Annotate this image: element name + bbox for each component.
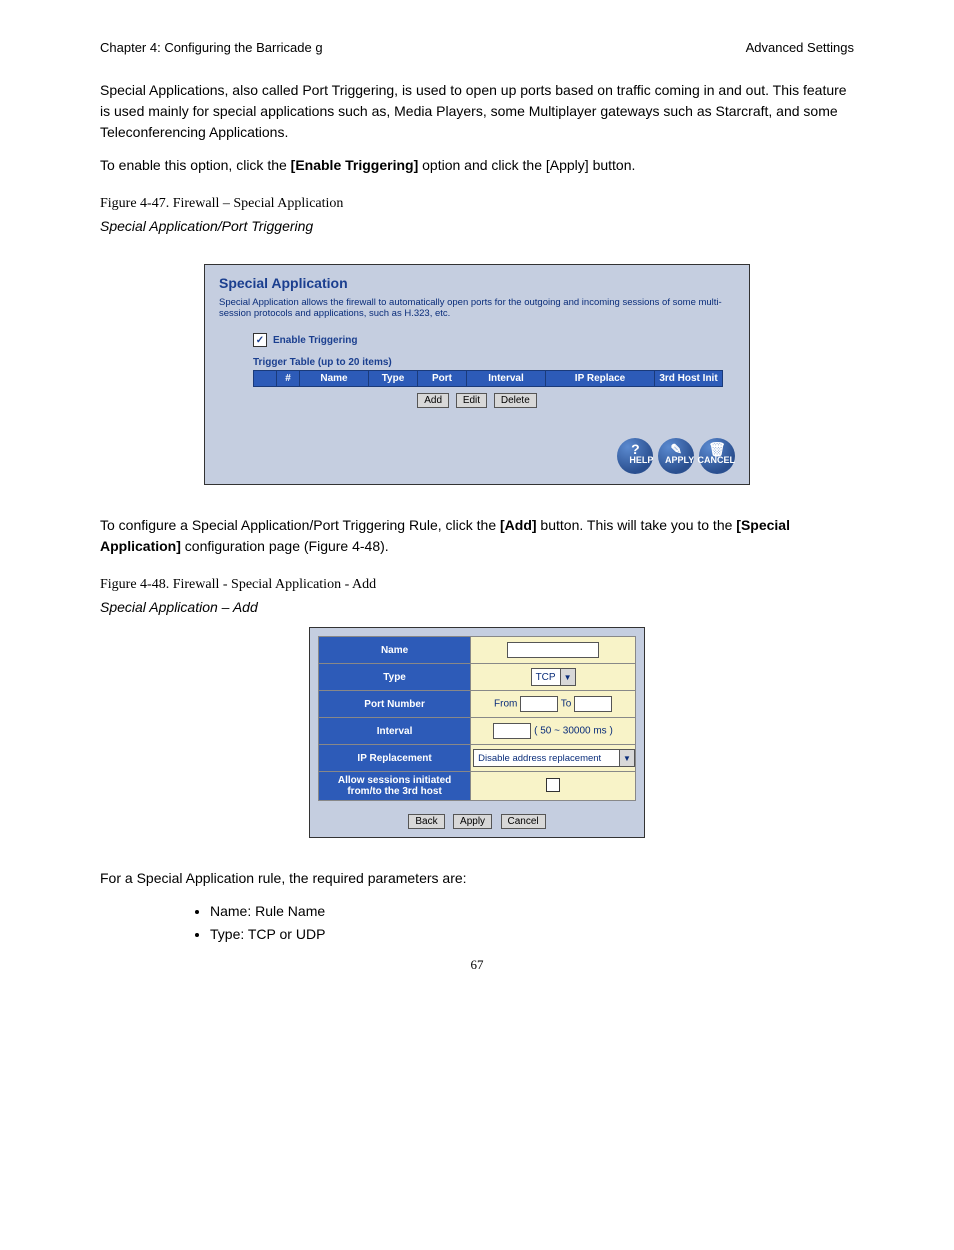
col-select <box>254 371 277 387</box>
dialog-button-row: Back Apply Cancel <box>318 811 636 829</box>
help-icon: ? <box>617 443 653 455</box>
figure-2-caption: Figure 4-48. Firewall - Special Applicat… <box>100 577 854 593</box>
row-name-value <box>471 637 636 664</box>
apply-button-dialog[interactable]: Apply <box>453 814 492 829</box>
row-port-value: From To <box>471 691 636 718</box>
cancel-button[interactable]: 🗑CANCEL <box>699 438 735 474</box>
panel-description: Special Application allows the firewall … <box>219 297 735 319</box>
table-button-row: Add Edit Delete <box>219 393 735 408</box>
cancel-icon: 🗑 <box>699 443 735 455</box>
type-select[interactable]: TCP▼ <box>531 668 576 686</box>
intro-paragraph-2: To enable this option, click the [Enable… <box>100 155 854 176</box>
col-type: Type <box>369 371 418 387</box>
panel-title: Special Application <box>219 275 735 291</box>
figure-1-caption: Figure 4-47. Firewall – Special Applicat… <box>100 196 854 212</box>
trigger-table-caption: Trigger Table (up to 20 items) <box>253 357 735 368</box>
chevron-down-icon: ▼ <box>619 750 634 766</box>
enable-triggering-label: Enable Triggering <box>273 335 357 346</box>
post-figure-paragraph: To configure a Special Application/Port … <box>100 515 854 557</box>
row-allow-value <box>471 772 636 801</box>
config-table: Name Type TCP▼ Port Number From To Inter… <box>318 636 636 801</box>
header-left: Chapter 4: Configuring the Barricade g <box>100 40 323 55</box>
row-name-label: Name <box>319 637 471 664</box>
allow-3rd-host-checkbox[interactable] <box>546 778 560 792</box>
cancel-button-dialog[interactable]: Cancel <box>501 814 546 829</box>
help-button[interactable]: ?HELP <box>617 438 653 474</box>
rule-params-intro: For a Special Application rule, the requ… <box>100 868 854 889</box>
screenshot-special-application: Special Application Special Application … <box>204 264 750 485</box>
figure-1-subtitle: Special Application/Port Triggering <box>100 218 854 234</box>
col-name: Name <box>300 371 369 387</box>
trigger-table: # Name Type Port Interval IP Replace 3rd… <box>253 370 723 387</box>
port-from-input[interactable] <box>520 696 558 712</box>
row-iprepl-value: Disable address replacement▼ <box>471 745 636 772</box>
list-item: Type: TCP or UDP <box>210 924 854 945</box>
delete-button[interactable]: Delete <box>494 393 537 408</box>
edit-button[interactable]: Edit <box>456 393 487 408</box>
col-3rd-host-init: 3rd Host Init <box>655 371 723 387</box>
page-number: 67 <box>100 957 854 973</box>
page-header: Chapter 4: Configuring the Barricade g A… <box>100 40 854 55</box>
header-right: Advanced Settings <box>746 40 854 55</box>
enable-triggering-checkbox[interactable]: ✓ <box>253 333 267 347</box>
list-item: Name: Rule Name <box>210 901 854 922</box>
row-iprepl-label: IP Replacement <box>319 745 471 772</box>
interval-input[interactable] <box>493 723 531 739</box>
apply-button[interactable]: ✎APPLY <box>658 438 694 474</box>
chevron-down-icon: ▼ <box>560 669 575 685</box>
row-type-value: TCP▼ <box>471 664 636 691</box>
col-interval: Interval <box>467 371 546 387</box>
row-type-label: Type <box>319 664 471 691</box>
footer-button-row: ?HELP ✎APPLY 🗑CANCEL <box>219 438 735 474</box>
col-ip-replace: IP Replace <box>546 371 655 387</box>
parameter-list: Name: Rule Name Type: TCP or UDP <box>100 901 854 945</box>
port-to-input[interactable] <box>574 696 612 712</box>
row-interval-label: Interval <box>319 718 471 745</box>
col-index: # <box>277 371 300 387</box>
ip-replacement-select[interactable]: Disable address replacement▼ <box>473 749 635 767</box>
screenshot-add-dialog: Name Type TCP▼ Port Number From To Inter… <box>309 627 645 838</box>
back-button[interactable]: Back <box>408 814 444 829</box>
col-port: Port <box>418 371 467 387</box>
intro-paragraph-1: Special Applications, also called Port T… <box>100 80 854 143</box>
row-port-label: Port Number <box>319 691 471 718</box>
row-interval-value: ( 50 ~ 30000 ms ) <box>471 718 636 745</box>
row-allow-label: Allow sessions initiated from/to the 3rd… <box>319 772 471 801</box>
figure-2-subtitle: Special Application – Add <box>100 599 854 615</box>
enable-triggering-row: ✓ Enable Triggering <box>253 333 735 347</box>
add-button[interactable]: Add <box>417 393 449 408</box>
apply-icon: ✎ <box>658 443 694 455</box>
name-input[interactable] <box>507 642 599 658</box>
